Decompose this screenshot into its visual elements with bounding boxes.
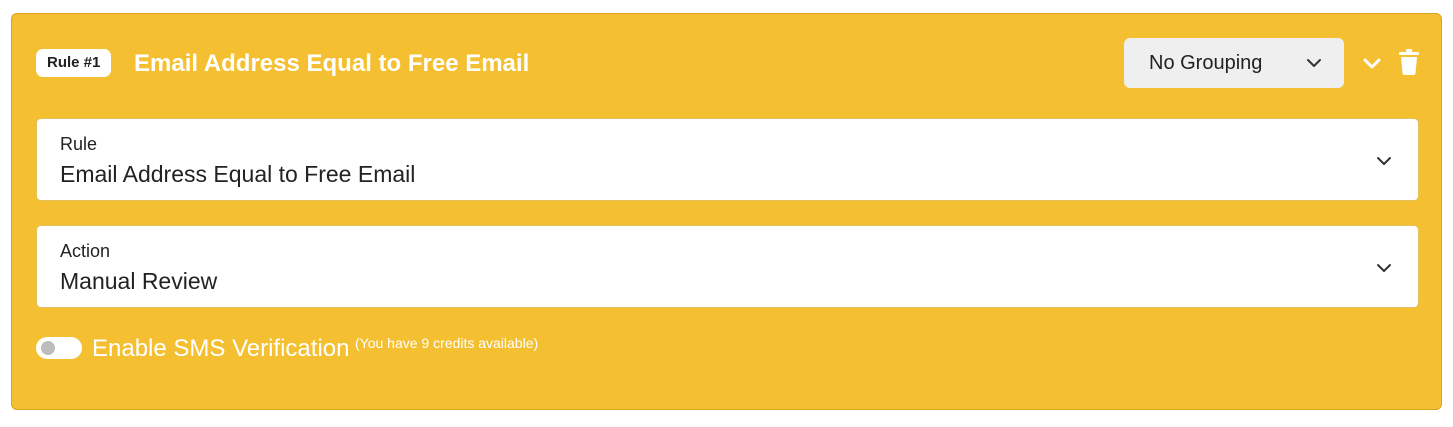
rule-card: Rule #1 Email Address Equal to Free Emai… <box>11 13 1442 410</box>
action-field-label: Action <box>60 241 111 261</box>
rule-field-value: Email Address Equal to Free Email <box>60 161 416 187</box>
chevron-down-icon <box>1377 157 1391 165</box>
rule-card-title: Email Address Equal to Free Email <box>134 50 530 77</box>
action-field-value: Manual Review <box>60 268 218 294</box>
rule-select[interactable]: Rule Email Address Equal to Free Email <box>36 118 1419 201</box>
sms-verification-label: Enable SMS Verification <box>92 335 350 362</box>
grouping-select[interactable]: No Grouping <box>1124 38 1344 88</box>
sms-credits-note: (You have 9 credits available) <box>355 335 539 351</box>
chevron-down-icon <box>1307 59 1321 67</box>
trash-icon[interactable] <box>1398 49 1420 75</box>
toggle-knob <box>41 341 55 355</box>
sms-verification-toggle[interactable] <box>36 337 82 359</box>
grouping-selected-value: No Grouping <box>1149 52 1263 74</box>
chevron-down-icon <box>1377 264 1391 272</box>
rule-field-label: Rule <box>60 134 98 154</box>
action-select[interactable]: Action Manual Review <box>36 225 1419 308</box>
collapse-chevron-icon[interactable] <box>1361 52 1383 74</box>
rule-number-badge: Rule #1 <box>36 49 112 77</box>
